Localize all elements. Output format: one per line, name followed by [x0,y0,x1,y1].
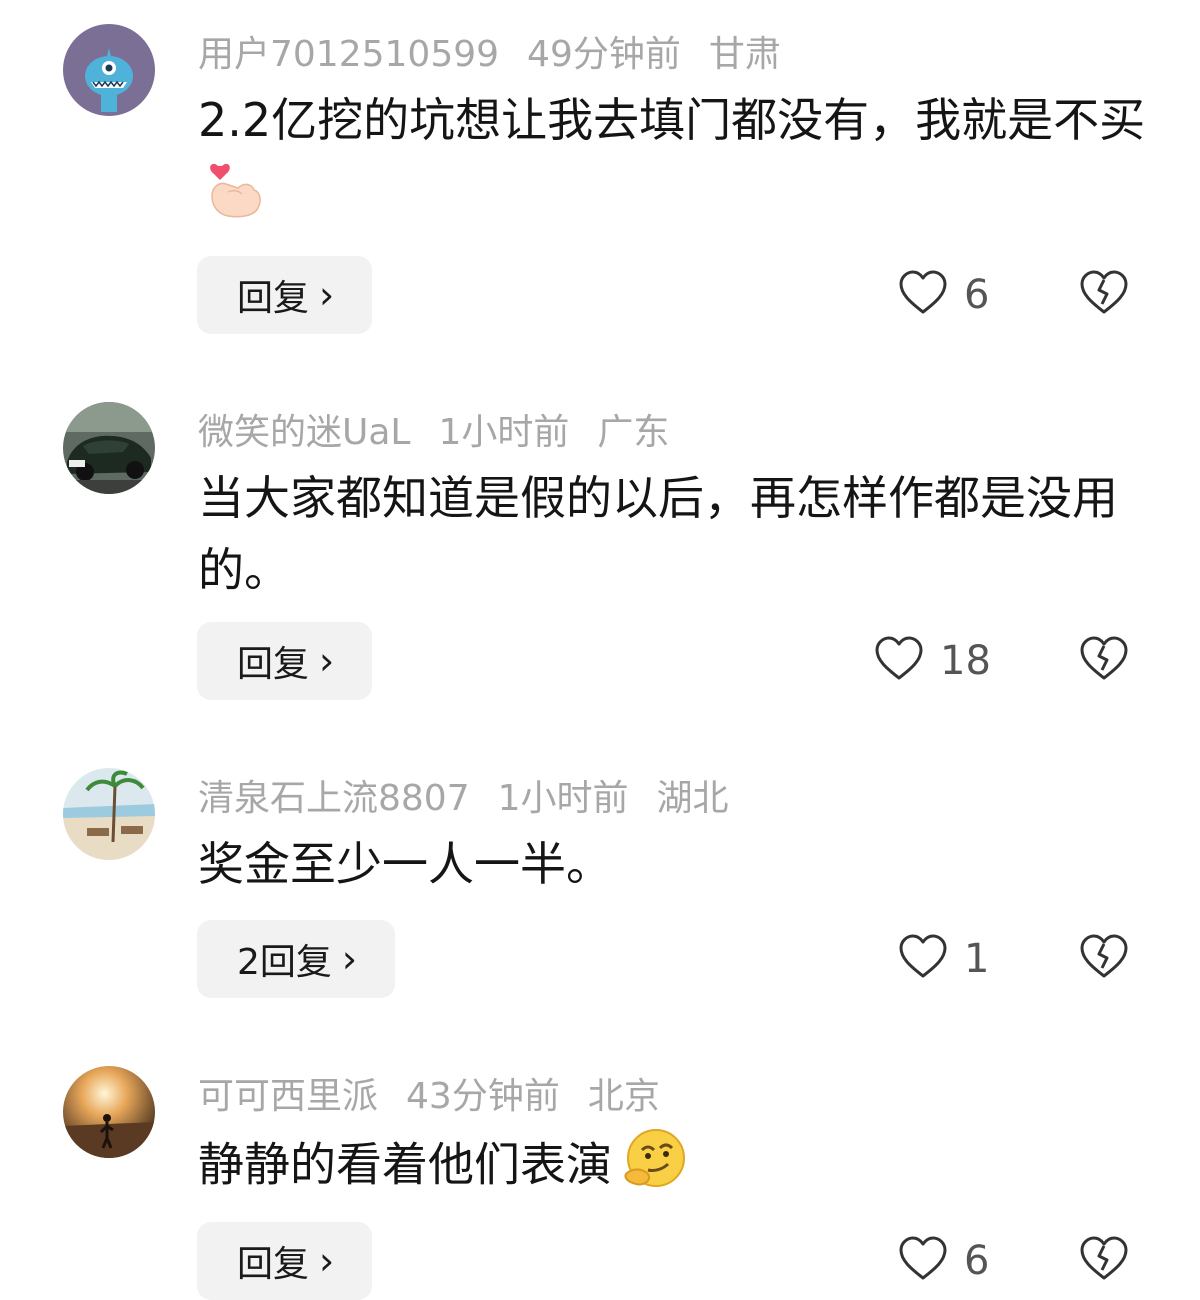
avatar[interactable] [63,1066,155,1158]
comment-body: 静静的看着他们表演 [198,1126,1158,1210]
comment-text: 2.2亿挖的坑想让我去填门都没有，我就是不买 [198,93,1146,147]
broken-heart-icon [1079,1236,1129,1286]
avatar[interactable] [63,24,155,116]
like-count: 18 [940,638,991,684]
like-button[interactable]: 6 [898,256,989,334]
comment-time: 49分钟前 [527,34,681,75]
comment-location: 湖北 [656,778,729,819]
heart-outline-icon [898,270,948,320]
heart-outline-icon [874,636,924,686]
chevron-right-icon: › [319,273,335,317]
comment-time: 1小时前 [497,778,629,819]
reply-button[interactable]: 回复 › [197,1222,373,1300]
reply-button-label: 回复 [237,644,310,685]
comment-location: 北京 [587,1076,660,1117]
reply-button[interactable]: 回复 › [197,622,373,700]
dislike-button[interactable] [1078,622,1130,700]
like-button[interactable]: 1 [898,920,989,998]
broken-heart-icon [1079,270,1129,320]
comment-meta: 可可西里派 43分钟前 北京 [198,1066,660,1120]
comment-meta: 微笑的迷UaL 1小时前 广东 [198,402,669,456]
comment-username[interactable]: 清泉石上流8807 [198,769,470,821]
comment-text: 奖金至少一人一半。 [198,837,612,891]
comment-meta: 用户7012510599 49分钟前 甘肃 [198,24,781,78]
thinking-smirk-emoji-icon [618,1126,690,1210]
like-count: 1 [964,936,990,982]
reply-button[interactable]: 2回复 › [197,920,396,998]
dislike-button[interactable] [1078,1222,1130,1300]
reply-button-label: 回复 [237,278,310,319]
comment-location: 广东 [597,412,670,453]
chevron-right-icon: › [319,1239,335,1283]
comment-location: 甘肃 [708,34,781,75]
comment-text: 静静的看着他们表演 [198,1137,612,1192]
heart-outline-icon [898,934,948,984]
chevron-right-icon: › [319,639,335,683]
like-button[interactable]: 6 [898,1222,989,1300]
comment-body: 奖金至少一人一半。 [198,828,1158,900]
comment-meta: 清泉石上流8807 1小时前 湖北 [198,768,729,822]
comment-body: 2.2亿挖的坑想让我去填门都没有，我就是不买 [198,84,1158,240]
comment-time: 1小时前 [438,412,570,453]
reply-button[interactable]: 回复 › [197,256,373,334]
comment-text: 当大家都知道是假的以后，再怎样作都是没用的。 [198,471,1118,597]
comment-username[interactable]: 用户7012510599 [198,25,499,77]
reply-button-label: 回复 [237,1244,310,1285]
avatar[interactable] [63,768,155,860]
like-button[interactable]: 18 [874,622,991,700]
comment-username[interactable]: 可可西里派 [198,1067,378,1119]
broken-heart-icon [1079,934,1129,984]
like-count: 6 [964,272,990,318]
like-count: 6 [964,1238,990,1284]
comment-body: 当大家都知道是假的以后，再怎样作都是没用的。 [198,462,1158,606]
heart-outline-icon [898,1236,948,1286]
finger-heart-emoji-icon [204,156,264,240]
broken-heart-icon [1079,636,1129,686]
chevron-right-icon: › [341,937,358,981]
reply-button-label: 2回复 [237,942,332,983]
comment-time: 43分钟前 [406,1076,560,1117]
dislike-button[interactable] [1078,256,1130,334]
dislike-button[interactable] [1078,920,1130,998]
avatar[interactable] [63,402,155,494]
comment-username[interactable]: 微笑的迷UaL [198,403,410,455]
